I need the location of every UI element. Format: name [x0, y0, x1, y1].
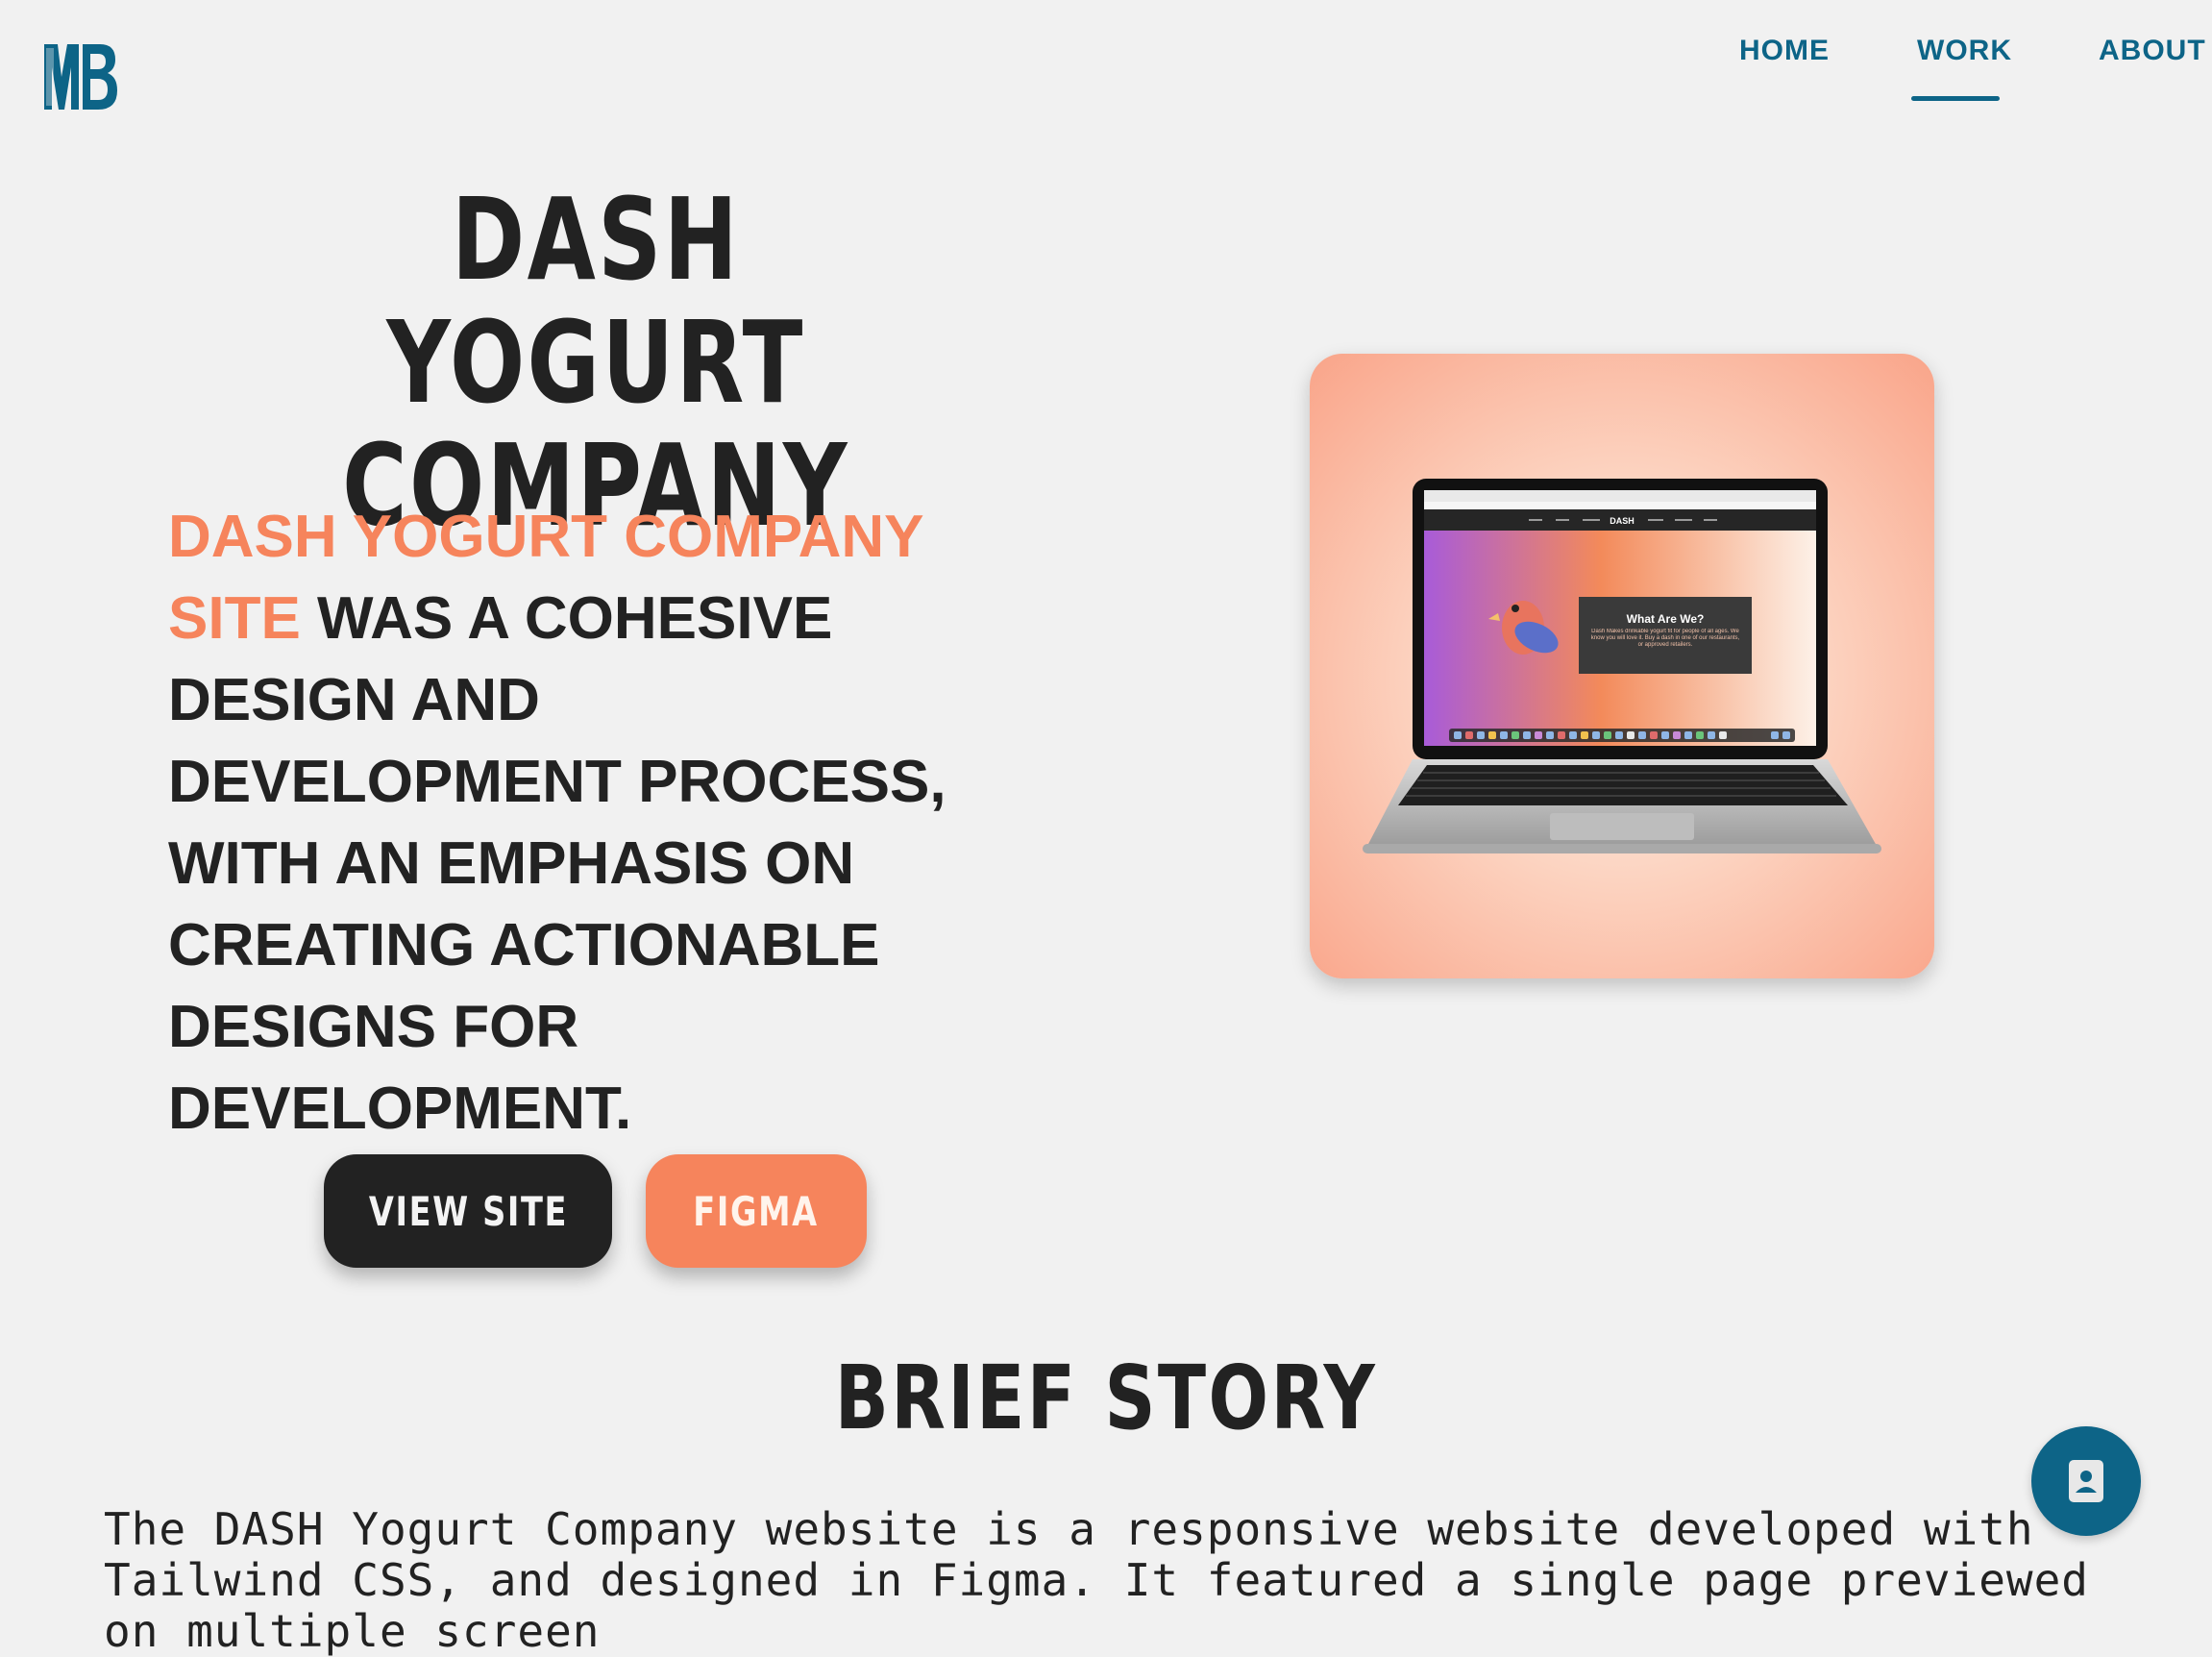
mockup-browser-logo: DASH: [1610, 516, 1634, 526]
logo-icon[interactable]: [40, 38, 121, 115]
project-description: Dash Yogurt Company site was a cohesive …: [168, 496, 995, 1150]
page-title-line1: DASH YOGURT: [386, 173, 805, 429]
figma-button[interactable]: FIGMA: [646, 1154, 867, 1268]
contact-card-icon: [2069, 1460, 2103, 1502]
nav-about-link[interactable]: ABOUT: [2099, 35, 2206, 67]
project-description-text: was a cohesive design and development pr…: [168, 585, 946, 1142]
mockup-card-title: What Are We?: [1627, 612, 1705, 626]
contact-fab-button[interactable]: [2031, 1426, 2141, 1536]
brief-story-heading: BRIEF STORY: [834, 1347, 1378, 1449]
nav-home-link[interactable]: HOME: [1739, 35, 1830, 67]
view-site-label: VIEW SITE: [368, 1187, 568, 1235]
nav-active-indicator: [1911, 96, 2000, 101]
mockup-card-body: Dash Makes drinkable yogurt fit for peop…: [1590, 629, 1740, 648]
brief-story-text: The DASH Yogurt Company website is a res…: [104, 1503, 2089, 1657]
page-title: DASH YOGURT COMPANY: [296, 178, 896, 547]
laptop-mockup-image: DASH What Are We? Dash Makes drinkable y…: [1363, 479, 1881, 853]
view-site-button[interactable]: VIEW SITE: [324, 1154, 612, 1268]
laptop-mockup-card: DASH What Are We? Dash Makes drinkable y…: [1310, 354, 1934, 978]
nav-work-link[interactable]: WORK: [1917, 35, 2012, 67]
figma-label: FIGMA: [693, 1187, 820, 1235]
